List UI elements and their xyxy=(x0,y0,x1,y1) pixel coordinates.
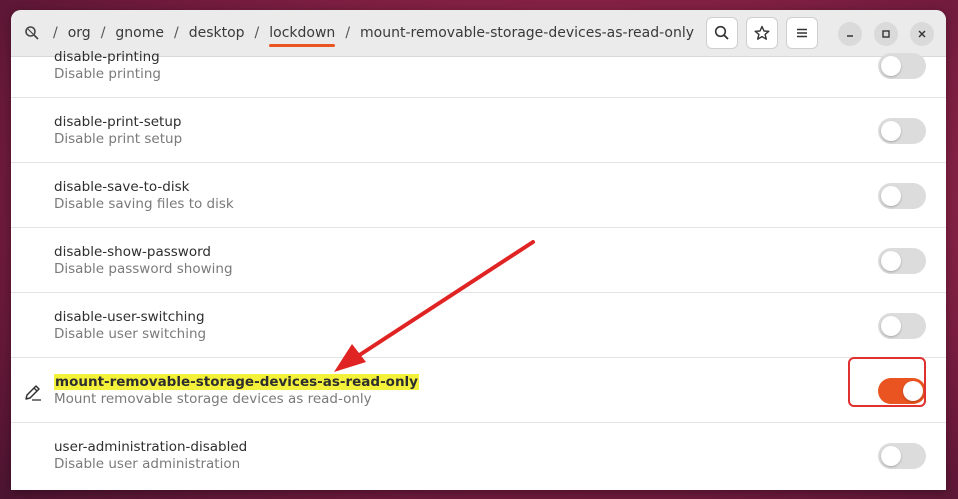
key-description: Disable user switching xyxy=(54,326,207,342)
toggle-knob xyxy=(881,251,901,271)
key-description: Disable saving files to disk xyxy=(54,196,234,212)
annotation-highlight-box xyxy=(848,357,926,407)
toggle-knob xyxy=(881,56,901,76)
key-description: Disable password showing xyxy=(54,261,233,277)
key-toggle[interactable] xyxy=(878,313,926,339)
key-name: disable-save-to-disk xyxy=(54,179,190,195)
key-name: disable-user-switching xyxy=(54,309,205,325)
key-description: Disable user administration xyxy=(54,456,241,472)
toggle-knob xyxy=(881,316,901,336)
key-toggle[interactable] xyxy=(878,443,926,469)
key-toggle[interactable] xyxy=(878,248,926,274)
key-name-highlight: mount-removable-storage-devices-as-read-… xyxy=(54,374,419,390)
key-toggle[interactable] xyxy=(878,183,926,209)
list-item[interactable]: disable-print-setup Disable print setup xyxy=(11,98,946,163)
key-toggle[interactable] xyxy=(878,118,926,144)
key-name: disable-printing xyxy=(54,49,160,65)
toggle-knob xyxy=(881,446,901,466)
key-description: Disable print setup xyxy=(54,131,183,147)
key-name: disable-print-setup xyxy=(54,114,182,130)
key-name: user-administration-disabled xyxy=(54,439,248,455)
key-name: disable-show-password xyxy=(54,244,211,260)
toggle-knob xyxy=(881,121,901,141)
list-item[interactable]: disable-user-switching Disable user swit… xyxy=(11,293,946,358)
list-item[interactable]: disable-show-password Disable password s… xyxy=(11,228,946,293)
key-name: mount-removable-storage-devices-as-read-… xyxy=(54,374,419,390)
pencil-icon xyxy=(25,385,41,401)
list-item[interactable]: disable-printing Disable printing xyxy=(11,33,946,98)
dconf-editor-window: / org / gnome / desktop / lockdown / mou… xyxy=(11,10,946,490)
key-description: Disable printing xyxy=(54,66,161,82)
key-toggle[interactable] xyxy=(878,53,926,79)
toggle-knob xyxy=(881,186,901,206)
list-item[interactable]: disable-save-to-disk Disable saving file… xyxy=(11,163,946,228)
key-description: Mount removable storage devices as read-… xyxy=(54,391,372,407)
list-item[interactable]: user-administration-disabled Disable use… xyxy=(11,423,946,488)
list-item-selected[interactable]: mount-removable-storage-devices-as-read-… xyxy=(11,358,946,423)
